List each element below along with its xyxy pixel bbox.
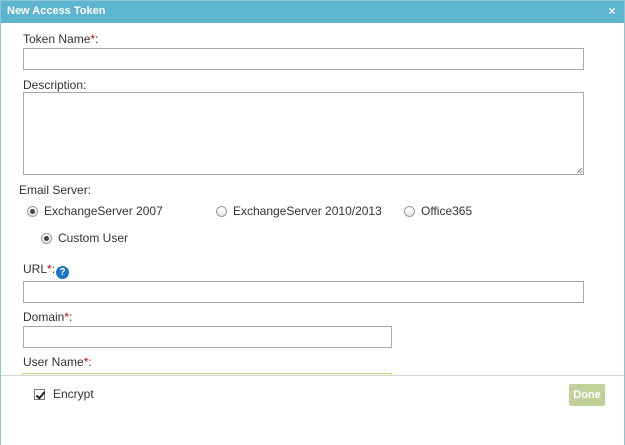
radio-checked-icon[interactable] — [27, 205, 38, 217]
token-name-label: Token Name*: — [23, 32, 98, 46]
label-colon: : — [88, 355, 92, 369]
token-name-input[interactable] — [23, 48, 584, 70]
radio-exchange-2010-2013-label: ExchangeServer 2010/2013 — [233, 204, 382, 218]
dialog-titlebar: New Access Token × — [1, 1, 624, 23]
done-button[interactable]: Done — [569, 384, 605, 406]
radio-exchange-2007[interactable]: ExchangeServer 2007 — [27, 204, 163, 218]
help-icon[interactable]: ? — [56, 266, 70, 279]
encrypt-label: Encrypt — [53, 387, 94, 401]
domain-label: Domain*: — [23, 310, 72, 324]
radio-exchange-2007-label: ExchangeServer 2007 — [44, 204, 163, 218]
domain-input[interactable] — [23, 326, 392, 348]
url-label-text: URL — [23, 262, 48, 276]
label-colon: : — [51, 262, 56, 276]
url-label: URL*:? — [23, 262, 70, 279]
radio-office365[interactable]: Office365 — [404, 204, 472, 218]
resize-grip-icon[interactable] — [576, 167, 583, 174]
url-input[interactable] — [23, 281, 584, 303]
description-label: Description: — [23, 78, 87, 92]
label-colon: : — [69, 310, 73, 324]
email-server-label: Email Server: — [19, 183, 92, 197]
dialog-title: New Access Token — [7, 5, 106, 17]
description-textarea[interactable] — [23, 92, 584, 175]
radio-custom-user[interactable]: Custom User — [41, 231, 128, 245]
encrypt-checkbox-group[interactable]: Encrypt — [34, 387, 94, 401]
radio-unchecked-icon[interactable] — [404, 205, 415, 217]
token-name-label-text: Token Name — [23, 32, 91, 46]
radio-checked-icon[interactable] — [41, 232, 52, 244]
domain-label-text: Domain — [23, 310, 65, 324]
dialog-footer: Encrypt Done — [1, 375, 624, 445]
new-access-token-dialog: New Access Token × Token Name*: Descript… — [0, 0, 625, 445]
radio-unchecked-icon[interactable] — [216, 205, 227, 217]
close-icon[interactable]: × — [606, 4, 618, 18]
encrypt-checkbox[interactable] — [34, 388, 45, 400]
radio-exchange-2010-2013[interactable]: ExchangeServer 2010/2013 — [216, 204, 382, 218]
label-colon: : — [95, 32, 99, 46]
radio-custom-user-label: Custom User — [58, 231, 129, 245]
radio-office365-label: Office365 — [421, 204, 473, 218]
user-name-label: User Name*: — [23, 355, 92, 369]
user-name-label-text: User Name — [23, 355, 84, 369]
